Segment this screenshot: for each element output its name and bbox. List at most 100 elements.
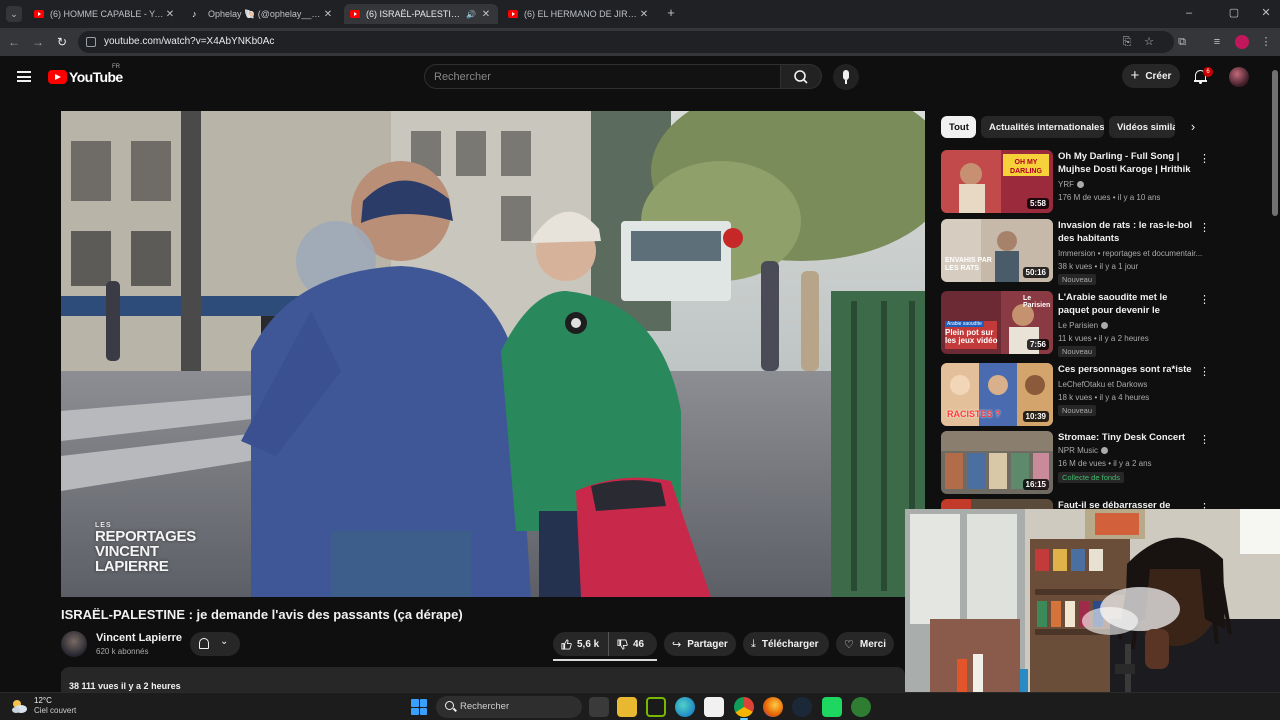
- verified-check-icon: [1101, 447, 1109, 455]
- browser-tab[interactable]: (6) HOMME CAPABLE - YouTube ✕: [28, 4, 182, 24]
- thanks-button[interactable]: ♡ Merci: [836, 632, 894, 656]
- recommendation-channel[interactable]: Le Parisien: [1058, 321, 1109, 330]
- file-explorer-icon[interactable]: [617, 697, 637, 717]
- close-tab-icon[interactable]: ✕: [638, 9, 650, 20]
- reload-icon[interactable]: ↻: [54, 34, 70, 50]
- chip-all[interactable]: Tout: [941, 116, 976, 138]
- tab-search-chevron-icon[interactable]: ⌄: [6, 6, 22, 22]
- site-info-icon[interactable]: [86, 37, 96, 47]
- video-thumbnail[interactable]: Arabie saoudite Plein pot sur les jeux v…: [941, 291, 1053, 354]
- channel-avatar[interactable]: [61, 631, 87, 657]
- recommendation-title[interactable]: Stromae: Tiny Desk Concert: [1058, 431, 1198, 444]
- address-bar[interactable]: youtube.com/watch?v=X4AbYNKb0Ac ⎘ ☆: [78, 31, 1174, 53]
- recommendation-channel[interactable]: Immersion • reportages et documentair...: [1058, 249, 1208, 258]
- video-thumbnail[interactable]: ENVAHIS PAR LES RATS 50:16: [941, 219, 1053, 282]
- create-button[interactable]: + Créer: [1122, 64, 1180, 88]
- close-tab-icon[interactable]: ✕: [164, 9, 176, 20]
- audio-playing-icon[interactable]: 🔊: [466, 10, 476, 19]
- video-duration: 50:16: [1022, 267, 1049, 278]
- task-view-icon[interactable]: [589, 697, 609, 717]
- weather-temperature[interactable]: 12°C: [34, 696, 52, 705]
- weather-condition[interactable]: Ciel couvert: [34, 706, 76, 715]
- close-tab-icon[interactable]: ✕: [322, 9, 334, 20]
- recommendation-item[interactable]: ENVAHIS PAR LES RATS 50:16 Invasion de r…: [941, 219, 1241, 285]
- more-options-icon[interactable]: ⋮: [1199, 365, 1210, 378]
- nvidia-icon[interactable]: [646, 697, 666, 717]
- subscription-bell-button[interactable]: ⌄: [190, 632, 240, 656]
- windows-start-icon[interactable]: [411, 699, 427, 715]
- url-text[interactable]: youtube.com/watch?v=X4AbYNKb0Ac: [104, 36, 274, 47]
- video-thumbnail[interactable]: RACISTES ? 10:39: [941, 363, 1053, 426]
- video-thumbnail[interactable]: 16:15: [941, 431, 1053, 494]
- bell-icon: [199, 638, 209, 649]
- download-button[interactable]: ⤓ Télécharger: [743, 632, 829, 656]
- browser-tab[interactable]: ♪ Ophelay 🐚 (@ophelay__) | TikTok ✕: [186, 4, 340, 24]
- maximize-icon[interactable]: ▢: [1227, 6, 1241, 20]
- recommendation-title[interactable]: Invasion de rats : le ras-le-bol des hab…: [1058, 219, 1198, 245]
- app-icon[interactable]: [822, 697, 842, 717]
- chip-international-news[interactable]: Actualités internationales: [981, 116, 1104, 138]
- recommendation-title[interactable]: Oh My Darling - Full Song | Mujhse Dosti…: [1058, 150, 1198, 176]
- video-player[interactable]: LES REPORTAGES VINCENT LAPIERRE: [61, 111, 925, 597]
- recommendation-channel[interactable]: LeChefOtaku et Darkows: [1058, 380, 1147, 389]
- svg-text:DARLING: DARLING: [1010, 168, 1042, 175]
- share-button[interactable]: ↪ Partager: [664, 632, 736, 656]
- view-count-date: 38 111 vues il y a 2 heures: [69, 681, 181, 691]
- taskbar-search[interactable]: Rechercher: [436, 696, 582, 718]
- chip-similar-videos[interactable]: Vidéos simila: [1109, 116, 1175, 138]
- account-avatar[interactable]: [1229, 67, 1249, 87]
- minimize-icon[interactable]: –: [1182, 6, 1196, 20]
- bookmark-star-icon[interactable]: ☆: [1142, 35, 1156, 49]
- media-controls-icon[interactable]: ≡: [1209, 34, 1225, 50]
- taskbar-search-label: Rechercher: [460, 701, 510, 712]
- more-options-icon[interactable]: ⋮: [1199, 152, 1210, 165]
- search-button[interactable]: [781, 64, 822, 89]
- new-badge: Nouveau: [1058, 405, 1097, 416]
- install-app-icon[interactable]: ⎘: [1120, 35, 1134, 49]
- back-icon[interactable]: ←: [6, 34, 22, 50]
- dislike-button[interactable]: 46: [609, 639, 657, 650]
- profile-avatar-icon[interactable]: [1235, 35, 1249, 49]
- close-tab-icon[interactable]: ✕: [480, 9, 492, 20]
- microsoft-store-icon[interactable]: [704, 697, 724, 717]
- more-options-icon[interactable]: ⋮: [1199, 433, 1210, 446]
- search-input[interactable]: [425, 65, 780, 88]
- more-options-icon[interactable]: ⋮: [1199, 293, 1210, 306]
- menu-icon[interactable]: [17, 71, 31, 82]
- search-box[interactable]: [424, 64, 781, 89]
- firefox-icon[interactable]: [763, 697, 783, 717]
- recommendation-item[interactable]: 16:15 Stromae: Tiny Desk Concert NPR Mus…: [941, 431, 1241, 497]
- extensions-icon[interactable]: ⧉: [1174, 34, 1190, 50]
- close-window-icon[interactable]: ✕: [1259, 6, 1273, 20]
- chevron-right-icon[interactable]: ›: [1186, 119, 1200, 135]
- app-icon[interactable]: [851, 697, 871, 717]
- scrollbar-thumb[interactable]: [1272, 70, 1278, 216]
- voice-search-button[interactable]: [833, 64, 859, 90]
- search-icon: [794, 70, 808, 84]
- recommendation-title[interactable]: Ces personnages sont ra*iste: [1058, 363, 1198, 376]
- cloudy-weather-icon[interactable]: [10, 698, 28, 714]
- edge-browser-icon[interactable]: [675, 697, 695, 717]
- video-thumbnail[interactable]: OH MY DARLING 5:58: [941, 150, 1053, 213]
- new-tab-icon[interactable]: +: [664, 6, 678, 20]
- recommendation-views: 18 k vues • il y a 4 heures: [1058, 393, 1150, 402]
- microphone-icon: [843, 70, 849, 80]
- forward-icon[interactable]: →: [30, 34, 46, 50]
- like-button[interactable]: 5,6 k: [553, 632, 609, 656]
- recommendation-item[interactable]: OH MY DARLING 5:58 Oh My Darling - Full …: [941, 150, 1241, 216]
- tab-title: (6) ISRAËL-PALESTINE : je demande: [366, 9, 466, 19]
- recommendation-title[interactable]: L'Arabie saoudite met le paquet pour dev…: [1058, 291, 1198, 317]
- recommendation-item[interactable]: Arabie saoudite Plein pot sur les jeux v…: [941, 291, 1241, 357]
- more-options-icon[interactable]: ⋮: [1199, 221, 1210, 234]
- browser-tab-active[interactable]: (6) ISRAËL-PALESTINE : je demande 🔊 ✕: [344, 4, 498, 24]
- chrome-browser-icon[interactable]: [734, 697, 754, 720]
- channel-name[interactable]: Vincent Lapierre: [96, 632, 182, 644]
- browser-tab[interactable]: (6) EL HERMANO DE JIREN - Saison ✕: [502, 4, 656, 24]
- recommendation-views: 176 M de vues • il y a 10 ans: [1058, 193, 1161, 202]
- recommendation-channel[interactable]: NPR Music: [1058, 446, 1109, 455]
- recommendation-item[interactable]: RACISTES ? 10:39 Ces personnages sont ra…: [941, 363, 1241, 429]
- recommendation-channel[interactable]: YRF: [1058, 180, 1084, 189]
- steam-icon[interactable]: [792, 697, 812, 717]
- browser-menu-icon[interactable]: ⋮: [1258, 34, 1274, 50]
- youtube-logo[interactable]: YouTube FR: [48, 64, 123, 85]
